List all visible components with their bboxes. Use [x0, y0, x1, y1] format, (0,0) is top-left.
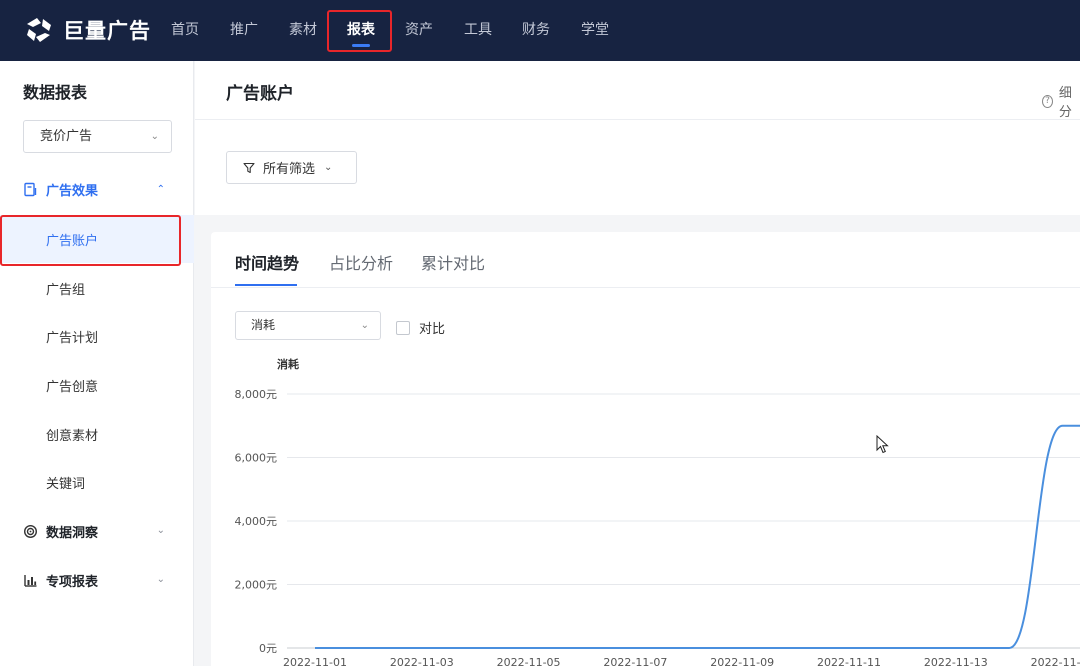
series-line — [315, 424, 1080, 649]
x-tick-label: 2022-11-15 — [1031, 656, 1080, 666]
y-tick-label: 8,000元 — [235, 388, 278, 401]
x-tick-label: 2022-11-05 — [497, 656, 561, 666]
y-tick-label: 6,000元 — [235, 452, 278, 465]
y-tick-label: 4,000元 — [235, 515, 278, 528]
y-axis-label: 消耗 — [277, 357, 299, 371]
x-tick-label: 2022-11-13 — [924, 656, 988, 666]
x-tick-label: 2022-11-11 — [817, 656, 881, 666]
x-tick-label: 2022-11-03 — [390, 656, 454, 666]
x-tick-label: 2022-11-09 — [710, 656, 774, 666]
x-tick-label: 2022-11-01 — [283, 656, 347, 666]
x-tick-label: 2022-11-07 — [603, 656, 667, 666]
y-tick-label: 0元 — [259, 642, 277, 655]
y-tick-label: 2,000元 — [235, 579, 278, 592]
trend-chart: 0元 2,000元 4,000元 6,000元 8,000元 2022-11-01 202… — [235, 357, 1080, 666]
mouse-cursor-icon — [876, 435, 889, 454]
